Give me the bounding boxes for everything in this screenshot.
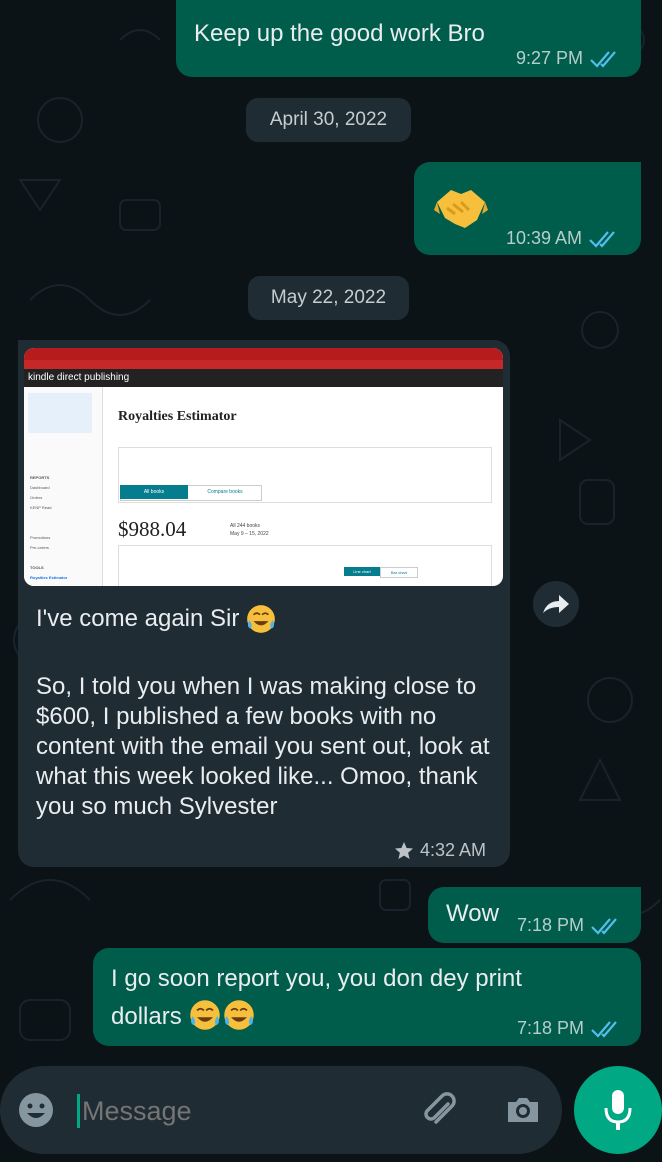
message-text: Keep up the good work Bro	[194, 20, 485, 47]
royalty-amount: $988.04	[118, 517, 187, 541]
books-label: All 244 books	[230, 523, 261, 529]
message-text: I've come again Sir	[36, 603, 277, 635]
double-check-icon	[591, 917, 617, 935]
kdp-sidebar: REPORTS Dashboard Orders KENP Read Promo…	[24, 387, 103, 586]
page-title: Royalties Estimator	[118, 409, 237, 424]
message-paragraph: I've come again Sir	[36, 605, 240, 632]
message-text: Wow	[446, 900, 499, 927]
date-separator: May 22, 2022	[248, 276, 409, 320]
sidebar-item: Royalties Estimator	[30, 575, 68, 580]
kdp-header: kindle direct publishing	[24, 369, 503, 387]
tears-of-joy-emoji	[190, 1000, 221, 1030]
line-chart-toggle: Line chart	[344, 567, 380, 576]
shared-screenshot[interactable]: kindle direct publishing REPORTS Dashboa…	[24, 348, 503, 586]
outgoing-message[interactable]: I go soon report you, you don dey print …	[93, 948, 641, 1046]
date-range: May 9 – 15, 2022	[230, 531, 269, 537]
star-icon	[395, 841, 413, 859]
message-time: 9:27 PM	[516, 48, 584, 68]
message-meta: 10:39 AM	[506, 228, 620, 249]
outgoing-message[interactable]: Wow 7:18 PM	[428, 887, 641, 943]
message-body: I go soon report you, you don dey print …	[111, 965, 522, 1030]
attach-icon[interactable]	[418, 1090, 460, 1132]
message-text: I go soon report you, you don dey print …	[111, 960, 581, 1036]
message-input[interactable]	[80, 1088, 404, 1134]
tears-of-joy-emoji	[247, 605, 276, 633]
bar-chart-toggle: Bar chart	[380, 567, 418, 578]
sidebar-item: KENP Read	[30, 505, 52, 510]
double-check-icon	[590, 50, 616, 68]
tears-of-joy-emoji	[224, 1000, 255, 1030]
message-meta: 7:18 PM	[517, 915, 622, 936]
kdp-main: Royalties Estimator All books Compare bo…	[108, 387, 497, 586]
sidebar-item: Pre-orders	[30, 545, 49, 550]
message-time: 7:18 PM	[517, 1018, 585, 1038]
sidebar-item: Dashboard	[30, 485, 50, 490]
outgoing-message[interactable]: Keep up the good work Bro 9:27 PM	[176, 0, 641, 77]
sidebar-item: Orders	[30, 495, 43, 500]
message-time: 4:32 AM	[420, 840, 487, 860]
browser-bookmarks	[24, 360, 503, 369]
handshake-emoji	[434, 190, 488, 228]
forward-button[interactable]	[533, 581, 579, 627]
voice-record-button[interactable]	[574, 1066, 662, 1154]
double-check-icon	[591, 1020, 617, 1038]
sidebar-item: REPORTS	[30, 475, 50, 480]
camera-icon[interactable]	[502, 1089, 544, 1131]
microphone-icon	[604, 1090, 632, 1130]
message-time: 7:18 PM	[517, 915, 585, 935]
all-books-button: All books	[120, 485, 188, 499]
message-meta: 9:27 PM	[516, 48, 621, 69]
browser-tabbar	[24, 348, 503, 360]
message-input-bar	[0, 1066, 562, 1154]
double-check-icon	[589, 230, 615, 248]
message-time: 10:39 AM	[506, 228, 583, 248]
forward-icon	[543, 595, 569, 613]
sidebar-item: TOOLS	[30, 565, 44, 570]
message-paragraph: So, I told you when I was making close t…	[36, 673, 490, 820]
sidebar-item: Promotions	[30, 535, 51, 540]
date-separator: April 30, 2022	[246, 98, 411, 142]
emoji-icon[interactable]	[16, 1090, 56, 1130]
message-meta: 4:32 AM	[394, 840, 486, 861]
compare-books-button: Compare books	[207, 489, 243, 495]
outgoing-message[interactable]: 10:39 AM	[414, 162, 641, 255]
message-meta: 7:18 PM	[517, 1018, 622, 1039]
